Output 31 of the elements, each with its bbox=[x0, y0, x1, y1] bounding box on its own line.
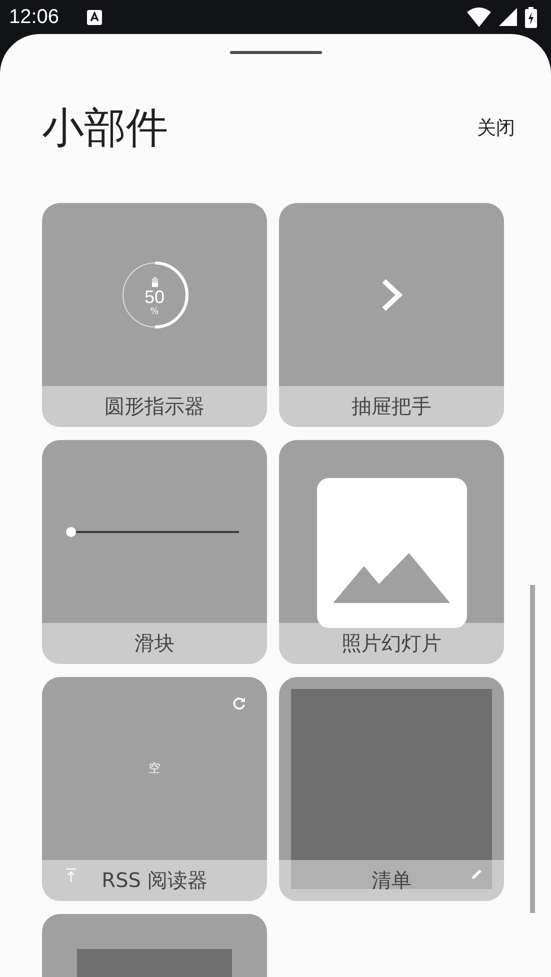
indicator-unit: % bbox=[150, 306, 159, 316]
widget-card[interactable]: 抽屉把手 bbox=[279, 203, 504, 427]
widget-card[interactable]: 照片幻灯片 bbox=[279, 440, 504, 664]
widget-label: RSS 阅读器 bbox=[102, 867, 208, 894]
scroll-to-top-icon[interactable] bbox=[66, 868, 76, 882]
widget-card[interactable]: 50 % 圆形指示器 bbox=[42, 203, 267, 427]
slider-thumb[interactable] bbox=[66, 526, 76, 536]
indicator-value: 50 bbox=[144, 286, 165, 306]
pencil-icon[interactable] bbox=[471, 868, 483, 880]
wifi-icon bbox=[467, 7, 491, 27]
keyboard-notification-icon bbox=[87, 10, 102, 24]
empty-text: 空 bbox=[148, 760, 160, 777]
widget-label: 照片幻灯片 bbox=[342, 630, 442, 657]
drag-handle[interactable] bbox=[230, 51, 322, 54]
image-placeholder-icon bbox=[317, 478, 467, 628]
widget-card[interactable]: 滑块 bbox=[42, 440, 267, 664]
sheet-title: 小部件 bbox=[42, 102, 168, 154]
close-button[interactable]: 关闭 bbox=[477, 111, 515, 145]
widget-card[interactable]: 空 RSS 阅读器 bbox=[42, 677, 267, 901]
scrollbar[interactable] bbox=[530, 585, 535, 913]
signal-icon bbox=[499, 8, 517, 26]
widget-label: 清单 bbox=[372, 867, 412, 894]
refresh-icon[interactable] bbox=[233, 697, 246, 710]
chevron-right-icon bbox=[380, 278, 404, 312]
widget-label: 抽屉把手 bbox=[352, 393, 432, 420]
widget-label: 圆形指示器 bbox=[104, 393, 204, 420]
battery-icon bbox=[152, 276, 158, 286]
battery-icon bbox=[525, 6, 537, 28]
widget-card[interactable]: 清单 bbox=[279, 677, 504, 901]
clock: 12:06 bbox=[9, 6, 60, 28]
widget-label: 滑块 bbox=[134, 630, 174, 657]
